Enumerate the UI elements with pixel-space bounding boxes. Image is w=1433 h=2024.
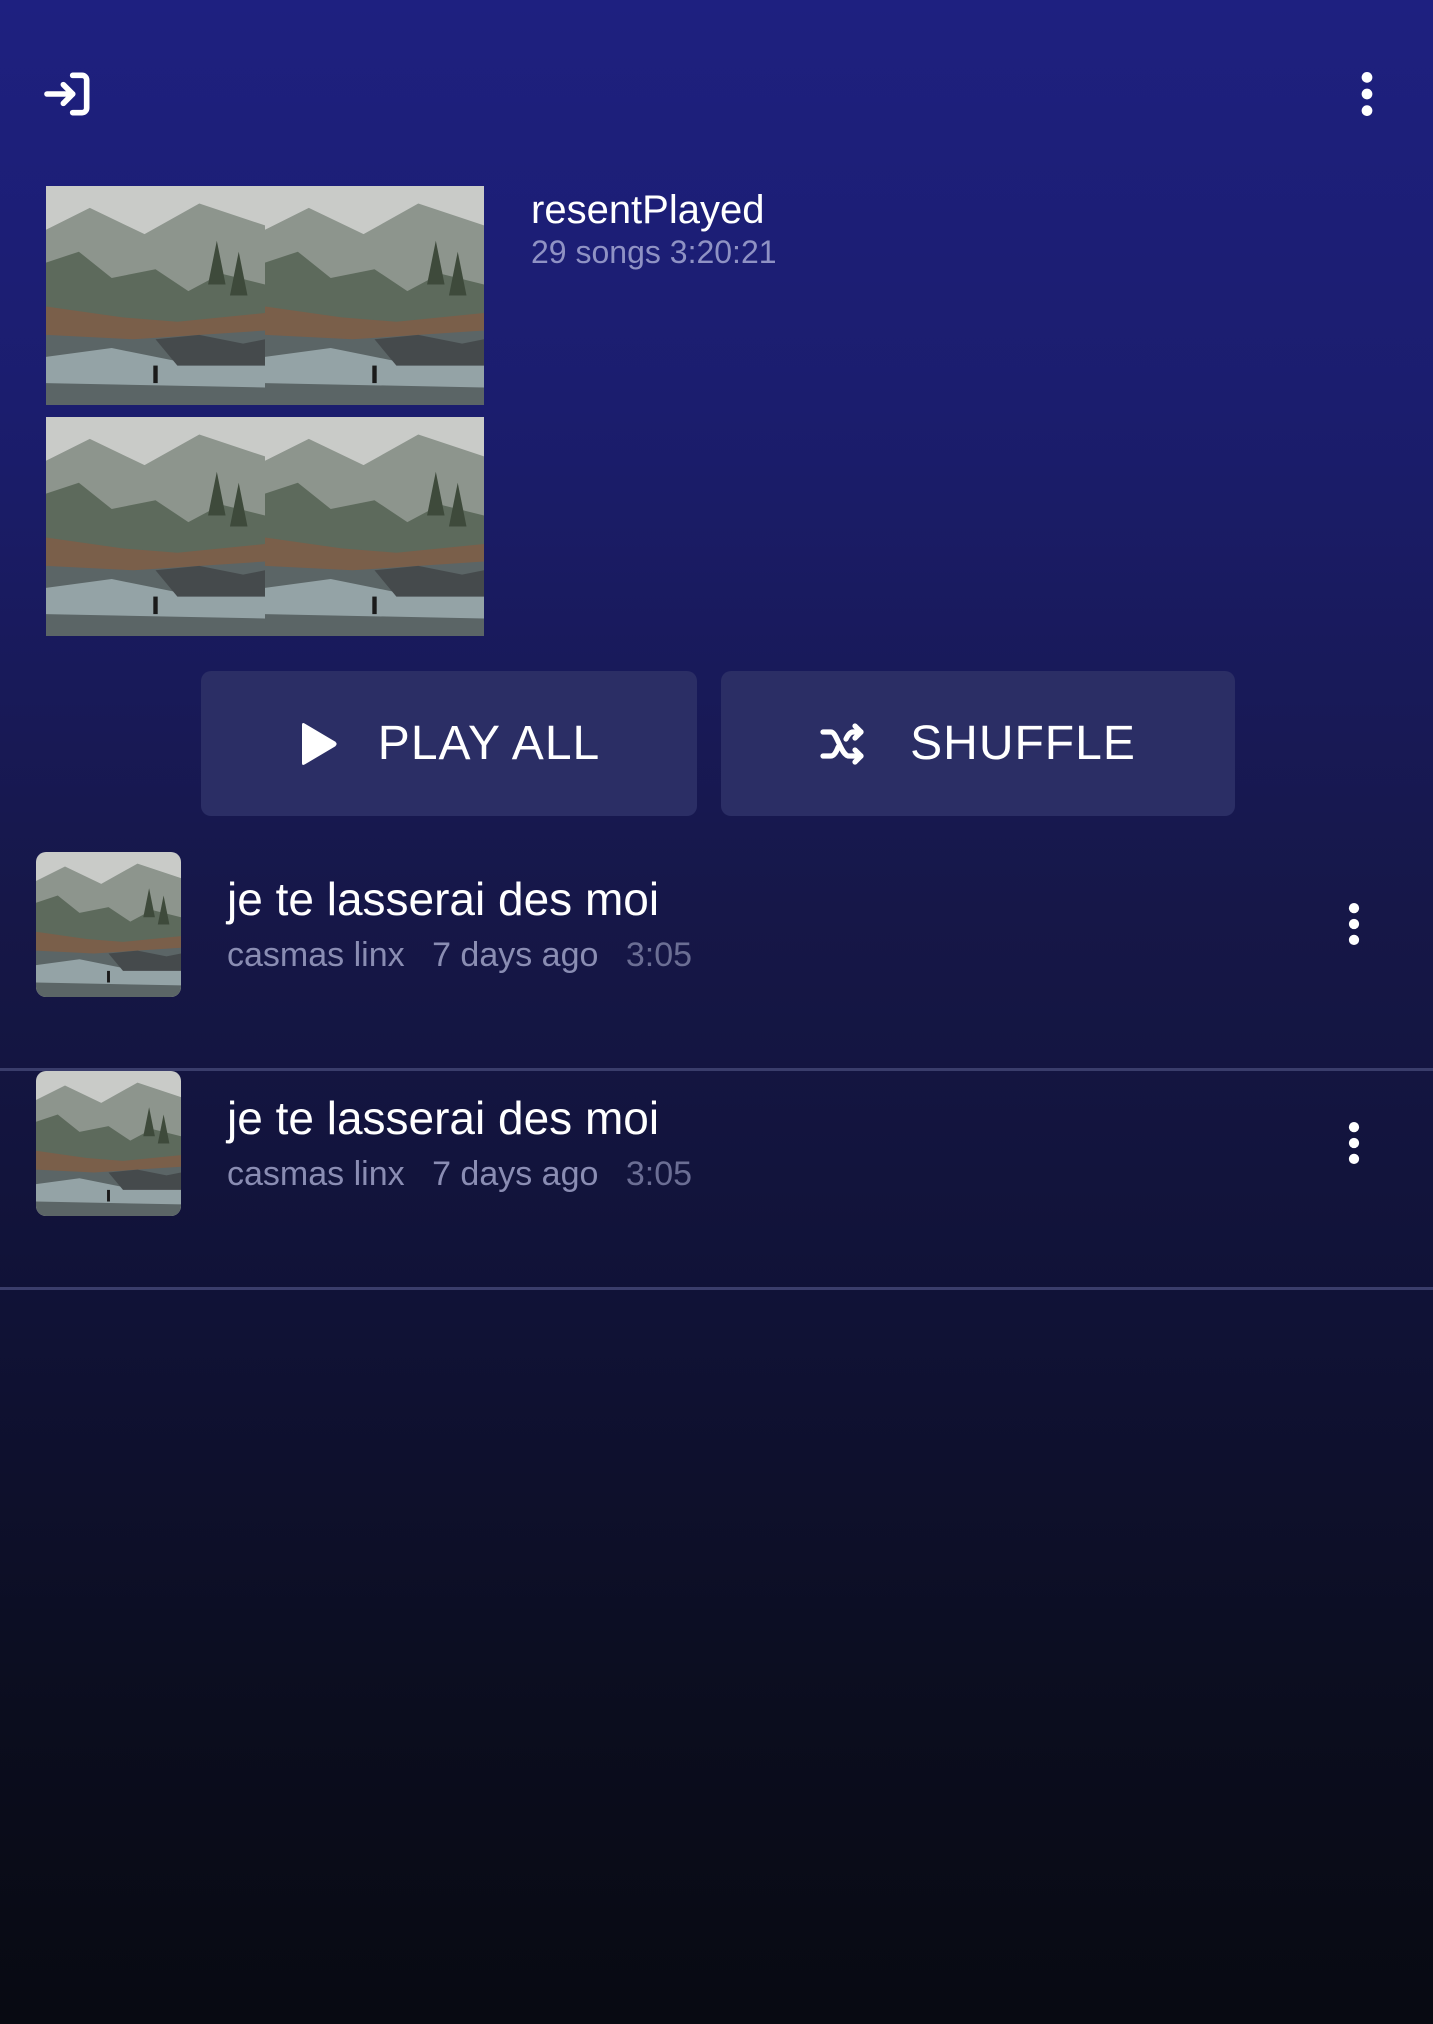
song-artist: casmas linx	[227, 936, 405, 974]
shuffle-button[interactable]: SHUFFLE	[721, 671, 1235, 816]
playlist-info: resentPlayed 29 songs 3:20:21	[531, 186, 777, 270]
playlist-cover-collage	[46, 186, 485, 636]
song-title: je te lasserai des moi	[227, 873, 660, 925]
play-all-button[interactable]: PLAY ALL	[201, 671, 697, 816]
song-added: 7 days ago	[432, 1155, 599, 1193]
song-more-icon[interactable]	[1322, 892, 1386, 956]
shuffle-icon	[820, 722, 864, 765]
play-icon	[301, 722, 337, 765]
more-vert-icon[interactable]	[1335, 62, 1399, 126]
song-duration: 3:05	[625, 936, 693, 974]
song-added: 7 days ago	[432, 936, 599, 974]
cover-image	[46, 417, 265, 636]
song-meta: casmas linx 7 days ago 3:05	[227, 936, 710, 975]
play-all-label: PLAY ALL	[377, 717, 601, 770]
playlist-title: resentPlayed	[531, 188, 765, 232]
cover-image	[265, 417, 484, 636]
song-artist: casmas linx	[227, 1155, 405, 1193]
top-bar	[0, 0, 1433, 180]
song-more-icon[interactable]	[1322, 1111, 1386, 1175]
song-row[interactable]: je te lasserai des moi casmas linx 7 day…	[0, 852, 1433, 1071]
login-icon[interactable]	[36, 62, 100, 126]
cover-image	[46, 186, 265, 405]
song-artwork	[36, 1071, 181, 1216]
song-artwork	[36, 852, 181, 997]
cover-image	[265, 186, 484, 405]
playlist-meta: 29 songs 3:20:21	[531, 234, 777, 270]
song-title: je te lasserai des moi	[227, 1092, 660, 1144]
song-duration: 3:05	[625, 1155, 693, 1193]
shuffle-label: SHUFFLE	[910, 717, 1136, 770]
song-meta: casmas linx 7 days ago 3:05	[227, 1155, 710, 1194]
song-row[interactable]: je te lasserai des moi casmas linx 7 day…	[0, 1071, 1433, 1290]
